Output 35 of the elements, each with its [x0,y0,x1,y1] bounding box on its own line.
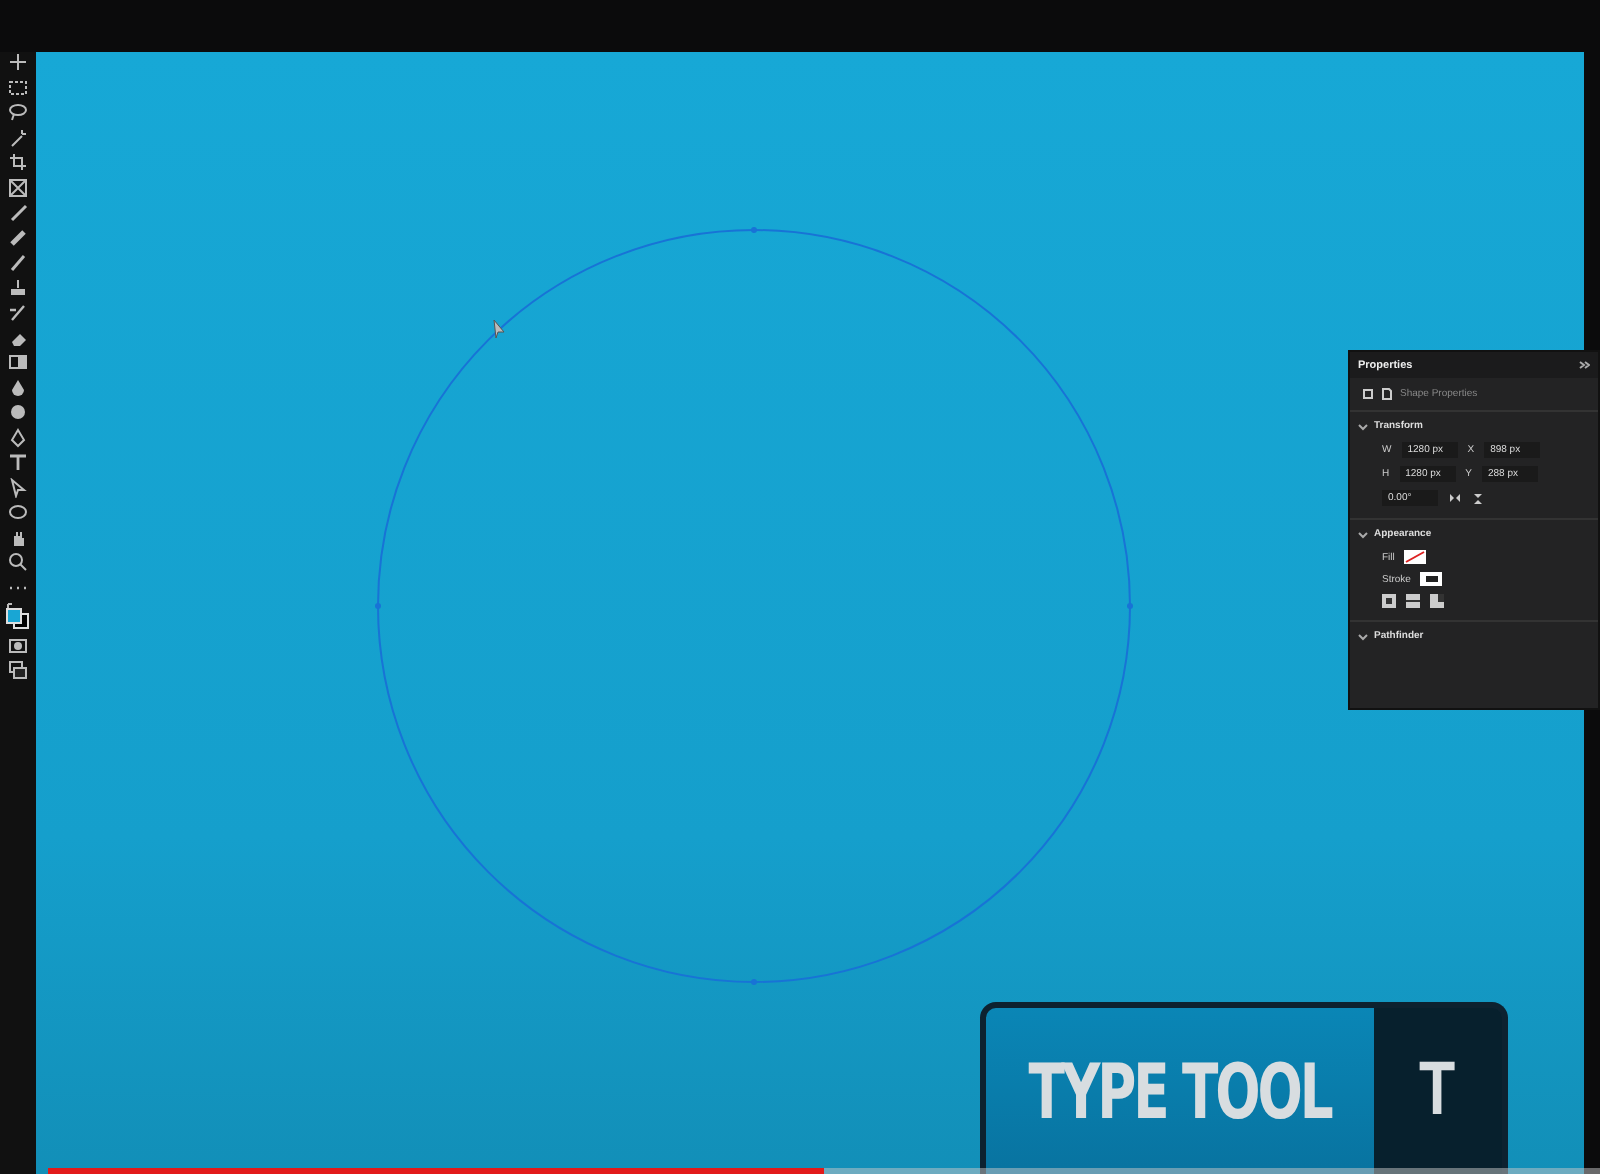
color-swatches-icon[interactable] [6,602,30,630]
document-icon [1382,388,1392,400]
align-icon[interactable] [1382,594,1396,608]
chevron-icon[interactable] [1358,631,1368,641]
crop-icon[interactable] [8,152,28,172]
marquee-icon[interactable] [8,77,28,97]
collapse-icon[interactable] [1578,360,1590,370]
wand-icon[interactable] [8,127,28,147]
align-icon[interactable] [1406,594,1420,608]
hand-icon[interactable] [8,527,28,547]
shortcut-key-label: T [1373,1008,1502,1174]
align-icon[interactable] [1430,594,1444,608]
gradient-icon[interactable] [8,352,28,372]
drop-icon[interactable] [8,377,28,397]
dodge-icon[interactable] [8,402,28,422]
lasso-icon[interactable] [8,102,28,122]
pointer-icon[interactable] [8,477,28,497]
quick-mask-icon[interactable] [8,635,28,655]
chevron-icon[interactable] [1358,421,1368,431]
fill-swatch[interactable] [1404,550,1427,564]
screen-mode-icon[interactable] [8,660,28,680]
stamp-icon[interactable] [8,277,28,297]
stroke-swatch[interactable] [1420,572,1443,586]
ellipse-icon[interactable] [8,502,28,522]
tool-name-label: TYPE TOOL [986,1008,1374,1174]
cursor-icon [493,319,505,339]
flip-horizontal-icon[interactable] [1448,492,1462,504]
zoom-icon[interactable] [8,552,28,572]
pen-icon[interactable] [8,427,28,447]
chevron-icon[interactable] [1358,529,1368,539]
shape-icon [1362,388,1374,400]
flip-vertical-icon[interactable] [1472,491,1484,505]
frame-icon[interactable] [8,177,28,197]
move-icon[interactable] [8,52,28,72]
type-icon[interactable] [8,452,28,472]
